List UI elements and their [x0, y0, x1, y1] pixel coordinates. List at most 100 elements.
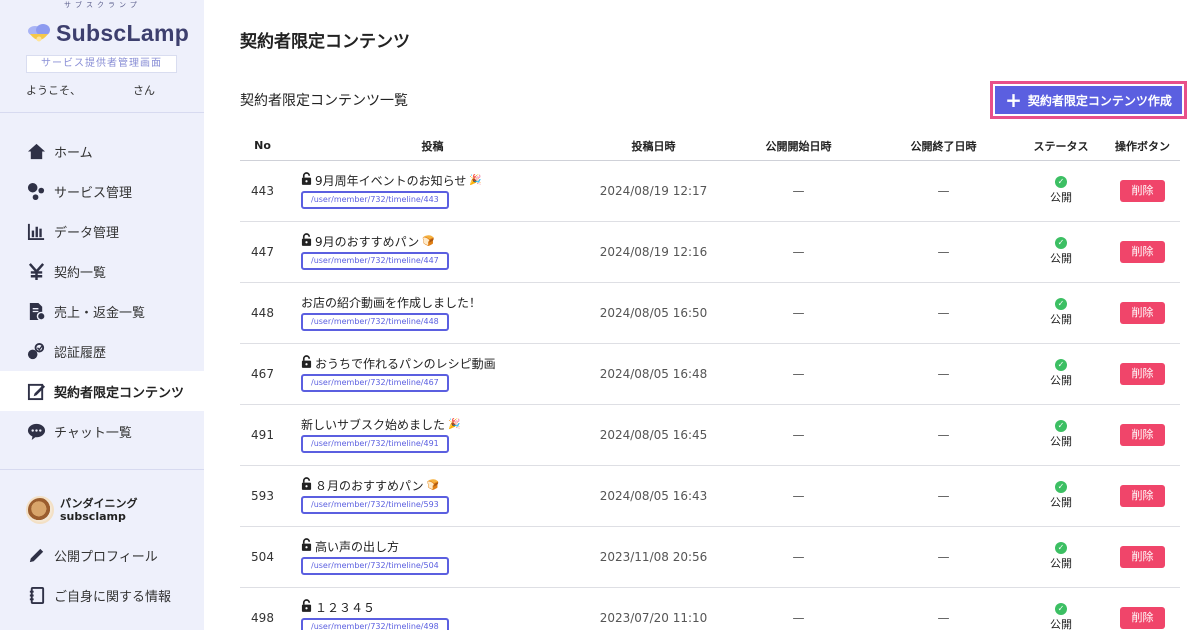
- services-icon: [26, 181, 46, 201]
- row-post: お店の紹介動画を作成しました！ /user/member/732/timeline…: [285, 282, 580, 344]
- post-title[interactable]: 高い声の出し方: [301, 538, 580, 554]
- sidebar-item-auth-history[interactable]: 認証履歴: [0, 331, 204, 371]
- row-status: ✓ 公開: [1017, 160, 1105, 222]
- post-title[interactable]: 9月のおすすめパン 🍞: [301, 233, 580, 249]
- sidebar-item-sales[interactable]: 売上・返金一覧: [0, 291, 204, 331]
- status-badge: ✓ 公開: [1017, 603, 1105, 630]
- table-row[interactable]: 504 高い声の出し方/user/member/732/timeline/504 2…: [240, 526, 1180, 588]
- row-post: おうちで作れるパンのレシピ動画/user/member/732/timeline…: [285, 343, 580, 405]
- row-post: 新しいサブスク始めました 🎉 /user/member/732/timeline/4…: [285, 404, 580, 466]
- row-end: —: [870, 282, 1017, 344]
- row-no: 467: [240, 343, 285, 405]
- table-row[interactable]: 447 9月のおすすめパン 🍞 /user/member/732/timeline/4…: [240, 221, 1180, 283]
- status-text: 公開: [1050, 496, 1072, 509]
- post-title[interactable]: お店の紹介動画を作成しました！: [301, 294, 580, 310]
- table-row[interactable]: 498 １２３４５/user/member/732/timeline/498 202…: [240, 587, 1180, 630]
- status-badge: ✓ 公開: [1017, 420, 1105, 449]
- post-url-link[interactable]: /user/member/732/timeline/447: [301, 252, 449, 270]
- sidebar-item-home[interactable]: ホーム: [0, 131, 204, 171]
- delete-button[interactable]: 削除: [1120, 606, 1165, 629]
- row-posted-at: 2023/07/20 11:10: [580, 587, 727, 630]
- sidebar-item-data[interactable]: データ管理: [0, 211, 204, 251]
- lock-icon: [301, 477, 312, 493]
- row-posted-at: 2024/08/05 16:43: [580, 465, 727, 527]
- status-badge: ✓ 公開: [1017, 237, 1105, 266]
- row-actions: 削除: [1105, 526, 1180, 588]
- main-content: 契約者限定コンテンツ 契約者限定コンテンツ一覧 + 契約者限定コンテンツ作成 N…: [204, 0, 1200, 630]
- delete-button[interactable]: 削除: [1120, 362, 1165, 385]
- page-title: 契約者限定コンテンツ: [240, 32, 410, 52]
- delete-button[interactable]: 削除: [1120, 179, 1165, 202]
- post-title[interactable]: ８月のおすすめパン 🍞: [301, 477, 580, 493]
- table-row[interactable]: 467 おうちで作れるパンのレシピ動画/user/member/732/timel…: [240, 343, 1180, 405]
- create-content-button[interactable]: + 契約者限定コンテンツ作成: [995, 86, 1182, 114]
- table-row[interactable]: 593 ８月のおすすめパン 🍞 /user/member/732/timeline/5…: [240, 465, 1180, 527]
- post-url-link[interactable]: /user/member/732/timeline/593: [301, 496, 449, 514]
- table-header-row: No 投稿 投稿日時 公開開始日時 公開終了日時 ステータス 操作ボタン: [240, 132, 1180, 161]
- sidebar-item-label: 公開プロフィール: [54, 549, 158, 565]
- row-no: 491: [240, 404, 285, 466]
- sidebar-item-members-content[interactable]: 契約者限定コンテンツ: [0, 371, 204, 411]
- delete-button[interactable]: 削除: [1120, 301, 1165, 324]
- main-nav: ホーム サービス管理 データ管理 契約一覧 売上・返金一覧 認証履歴 契約者限定…: [0, 131, 204, 451]
- column-header-actions: 操作ボタン: [1105, 132, 1180, 161]
- post-title-text: おうちで作れるパンのレシピ動画: [315, 356, 496, 371]
- sidebar-item-chat[interactable]: チャット一覧: [0, 411, 204, 451]
- logo-ruby: サブスクランプ: [64, 1, 141, 9]
- row-actions: 削除: [1105, 160, 1180, 222]
- sidebar-item-contracts[interactable]: 契約一覧: [0, 251, 204, 291]
- post-url-link[interactable]: /user/member/732/timeline/467: [301, 374, 449, 392]
- post-url-link[interactable]: /user/member/732/timeline/504: [301, 557, 449, 575]
- table-row[interactable]: 491 新しいサブスク始めました 🎉 /user/member/732/timelin…: [240, 404, 1180, 466]
- post-url-link[interactable]: /user/member/732/timeline/443: [301, 191, 449, 209]
- delete-button[interactable]: 削除: [1120, 423, 1165, 446]
- post-title[interactable]: 9月周年イベントのお知らせ 🎉: [301, 172, 580, 188]
- welcome-text: ようこそ、 さん: [26, 82, 155, 98]
- post-title-text: 9月周年イベントのお知らせ: [315, 173, 467, 188]
- row-start: —: [727, 282, 870, 344]
- table-row[interactable]: 448 お店の紹介動画を作成しました！ /user/member/732/timel…: [240, 282, 1180, 344]
- row-start: —: [727, 587, 870, 630]
- post-title[interactable]: おうちで作れるパンのレシピ動画: [301, 355, 580, 371]
- post-emoji: 🍞: [426, 479, 440, 491]
- welcome-prefix: ようこそ、: [26, 84, 81, 97]
- post-emoji: 🍞: [422, 235, 435, 247]
- post-title-text: 高い声の出し方: [315, 539, 400, 554]
- post-title-text: 9月のおすすめパン: [315, 234, 420, 249]
- status-text: 公開: [1050, 252, 1072, 265]
- shop-profile[interactable]: パンダイニング subsclamp: [26, 496, 138, 524]
- row-start: —: [727, 343, 870, 405]
- avatar: [26, 496, 54, 524]
- column-header-no: No: [240, 132, 285, 161]
- status-badge: ✓ 公開: [1017, 542, 1105, 571]
- post-url-link[interactable]: /user/member/732/timeline/498: [301, 618, 449, 630]
- lock-icon: [301, 355, 312, 371]
- sidebar-item-my-info[interactable]: ご自身に関する情報: [0, 575, 204, 615]
- row-end: —: [870, 465, 1017, 527]
- row-actions: 削除: [1105, 343, 1180, 405]
- post-url-link[interactable]: /user/member/732/timeline/491: [301, 435, 449, 453]
- table-row[interactable]: 443 9月周年イベントのお知らせ 🎉 /user/member/732/timeli…: [240, 160, 1180, 222]
- chat-icon: [26, 421, 46, 441]
- post-url-link[interactable]: /user/member/732/timeline/448: [301, 313, 449, 331]
- post-title[interactable]: １２３４５: [301, 599, 580, 615]
- sidebar: SubscLamp サブスクランプ サービス提供者管理画面 ようこそ、 さん ホー…: [0, 0, 204, 630]
- row-status: ✓ 公開: [1017, 465, 1105, 527]
- logo[interactable]: SubscLamp: [26, 20, 189, 47]
- post-title[interactable]: 新しいサブスク始めました 🎉: [301, 416, 580, 432]
- column-header-post: 投稿: [285, 132, 580, 161]
- row-status: ✓ 公開: [1017, 404, 1105, 466]
- row-end: —: [870, 221, 1017, 283]
- delete-button[interactable]: 削除: [1120, 240, 1165, 263]
- delete-button[interactable]: 削除: [1120, 484, 1165, 507]
- sidebar-item-public-profile[interactable]: 公開プロフィール: [0, 535, 204, 575]
- check-circle-icon: ✓: [1055, 359, 1067, 371]
- check-circle-icon: ✓: [1055, 542, 1067, 554]
- row-status: ✓ 公開: [1017, 343, 1105, 405]
- row-post: 9月のおすすめパン 🍞 /user/member/732/timeline/447: [285, 221, 580, 283]
- row-posted-at: 2024/08/19 12:17: [580, 160, 727, 222]
- app-root: SubscLamp サブスクランプ サービス提供者管理画面 ようこそ、 さん ホー…: [0, 0, 1200, 630]
- sidebar-item-services[interactable]: サービス管理: [0, 171, 204, 211]
- status-badge: ✓ 公開: [1017, 176, 1105, 205]
- delete-button[interactable]: 削除: [1120, 545, 1165, 568]
